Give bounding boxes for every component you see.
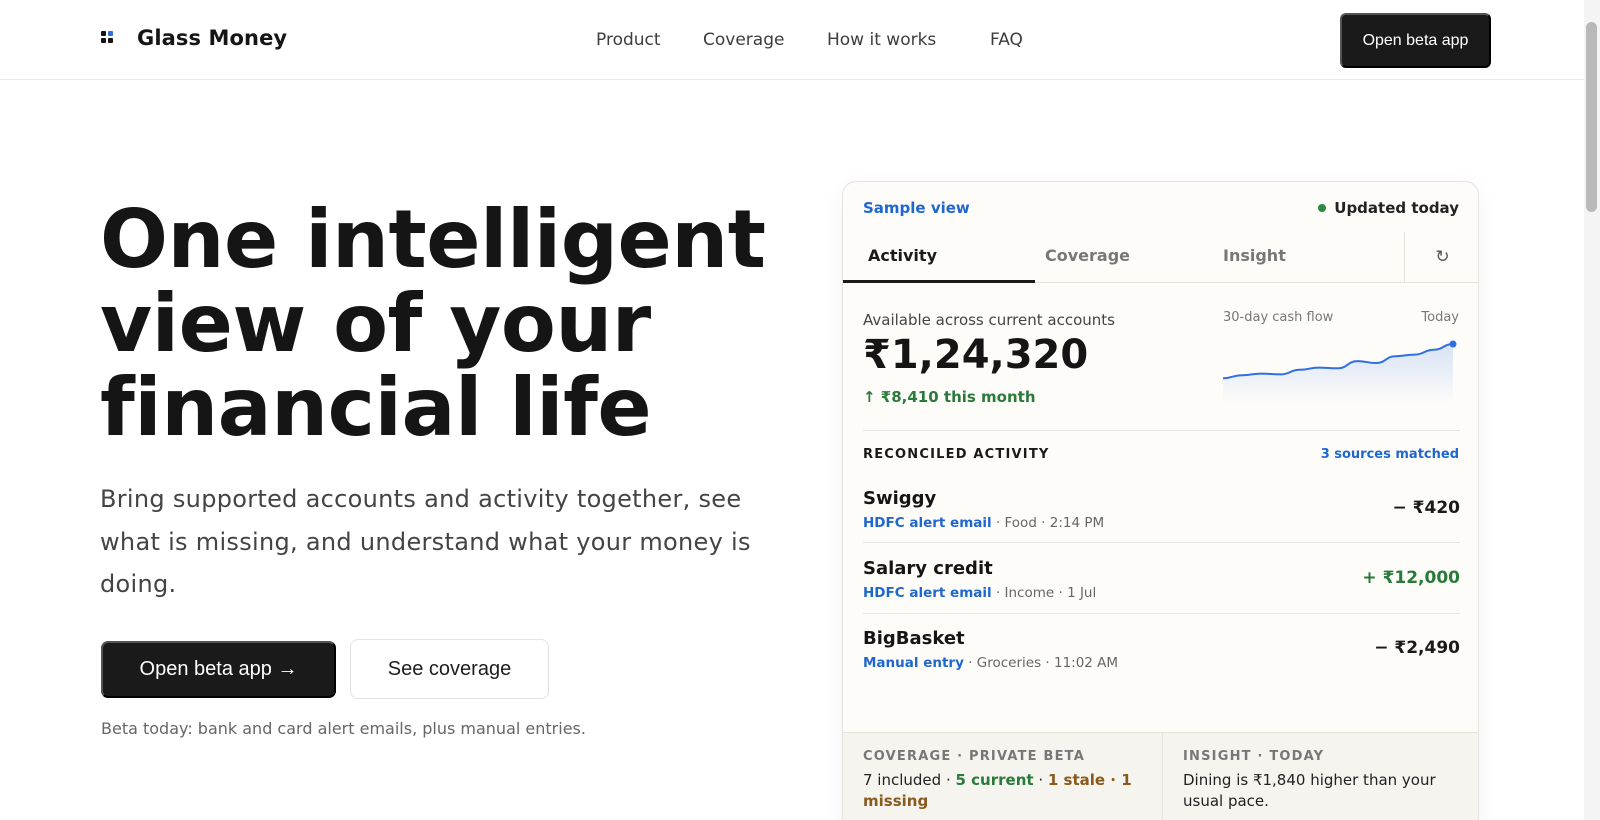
transaction-row[interactable]: BigBasket Manual entry · Groceries · 11:… <box>863 628 1460 697</box>
available-amount: ₹1,24,320 <box>863 332 1089 378</box>
coverage-separator: · <box>1033 771 1048 789</box>
sample-view-card: Sample view Updated today Activity Cover… <box>842 181 1479 820</box>
transaction-name: Swiggy <box>863 488 937 509</box>
sources-matched-link[interactable]: 3 sources matched <box>1321 447 1459 462</box>
transaction-meta: Manual entry · Groceries · 11:02 AM <box>863 655 1118 671</box>
transaction-source: HDFC alert email <box>863 515 992 531</box>
tab-insight[interactable]: Insight <box>1223 246 1286 265</box>
transaction-row[interactable]: Swiggy HDFC alert email · Food · 2:14 PM… <box>863 488 1460 557</box>
transaction-meta: HDFC alert email · Food · 2:14 PM <box>863 515 1104 531</box>
card-footer: COVERAGE · PRIVATE BETA 7 included · 5 c… <box>843 732 1478 820</box>
transaction-source: HDFC alert email <box>863 585 992 601</box>
coverage-included: 7 included <box>863 771 942 789</box>
insight-heading: INSIGHT · TODAY <box>1183 749 1325 764</box>
monthly-delta: ↑ ₹8,410 this month <box>863 388 1036 406</box>
hero-title: One intelligent view of your financial l… <box>100 193 766 454</box>
insight-text: Dining is ₹1,840 higher than your usual … <box>1183 771 1436 810</box>
scrollbar-thumb[interactable] <box>1586 22 1597 212</box>
coverage-summary: COVERAGE · PRIVATE BETA 7 included · 5 c… <box>863 733 1143 820</box>
transaction-details: · Income · 1 Jul <box>991 585 1097 601</box>
transaction-name: BigBasket <box>863 628 965 649</box>
hero-open-beta-app-button[interactable]: Open beta app → <box>101 641 336 698</box>
tab-coverage[interactable]: Coverage <box>1045 246 1130 265</box>
updated-status: Updated today <box>1318 199 1459 217</box>
transaction-amount: + ₹12,000 <box>1362 568 1460 588</box>
brand-logo-link[interactable]: Glass Money <box>101 26 287 50</box>
transaction-row[interactable]: Salary credit HDFC alert email · Income … <box>863 558 1460 627</box>
beta-note: Beta today: bank and card alert emails, … <box>101 719 586 738</box>
insight-summary: INSIGHT · TODAY Dining is ₹1,840 higher … <box>1162 733 1478 820</box>
cash-flow-sparkline <box>1223 340 1457 404</box>
grid-logo-icon <box>101 31 115 45</box>
transaction-name: Salary credit <box>863 558 993 579</box>
see-coverage-button[interactable]: See coverage <box>350 639 549 699</box>
divider <box>863 613 1460 614</box>
sample-view-label: Sample view <box>863 199 970 217</box>
divider <box>863 430 1460 431</box>
coverage-separator: · <box>941 771 956 789</box>
cash-flow-today-label: Today <box>1421 310 1459 325</box>
divider <box>863 542 1460 543</box>
status-dot-icon <box>1318 204 1327 212</box>
coverage-current: 5 current <box>955 771 1034 789</box>
tab-activity[interactable]: Activity <box>868 246 937 265</box>
coverage-summary-heading: COVERAGE · PRIVATE BETA <box>863 749 1085 764</box>
brand-name: Glass Money <box>137 26 288 50</box>
sparkline-end-point <box>1449 340 1457 348</box>
hero-subtitle: Bring supported accounts and activity to… <box>100 485 751 598</box>
card-tabs: Activity Coverage Insight ↻ <box>843 232 1478 283</box>
reconciled-activity-heading: RECONCILED ACTIVITY <box>863 447 1050 462</box>
transaction-meta: HDFC alert email · Income · 1 Jul <box>863 585 1096 601</box>
top-nav-bar: Glass Money Product Coverage How it work… <box>0 0 1584 80</box>
transaction-source: Manual entry <box>863 655 964 671</box>
transaction-amount: − ₹2,490 <box>1374 638 1460 658</box>
nav-link-faq[interactable]: FAQ <box>990 30 1023 50</box>
updated-status-label: Updated today <box>1334 199 1459 217</box>
coverage-summary-text: 7 included · 5 current · 1 stale · 1 mis… <box>863 770 1143 812</box>
nav-link-coverage[interactable]: Coverage <box>703 30 784 50</box>
available-label: Available across current accounts <box>863 311 1115 329</box>
active-tab-indicator <box>843 280 1035 283</box>
open-beta-app-button[interactable]: Open beta app <box>1340 13 1491 68</box>
transaction-amount: − ₹420 <box>1392 498 1460 518</box>
transaction-details: · Groceries · 11:02 AM <box>963 655 1119 671</box>
transaction-details: · Food · 2:14 PM <box>991 515 1105 531</box>
refresh-icon[interactable]: ↻ <box>1404 232 1478 282</box>
nav-link-how-it-works[interactable]: How it works <box>827 30 936 50</box>
cash-flow-label: 30-day cash flow <box>1223 310 1334 325</box>
nav-link-product[interactable]: Product <box>596 30 661 50</box>
